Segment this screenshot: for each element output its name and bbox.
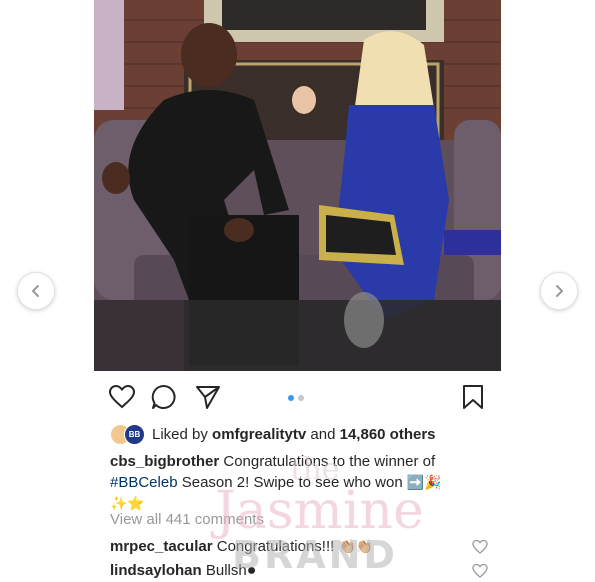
comment-text: Bullsh [205, 562, 247, 579]
caption-username[interactable]: cbs_bigbrother [110, 453, 219, 470]
and-label: and [310, 425, 336, 443]
likes-summary: BB Liked by omfgrealitytv and 14,860 oth… [110, 423, 436, 445]
share-icon [196, 386, 220, 409]
save-button[interactable] [458, 382, 488, 412]
bookmark-icon [463, 385, 483, 409]
carousel-indicator [288, 395, 304, 401]
comment-text: Congratulations!!! [216, 538, 335, 555]
carousel-dot-active [288, 395, 294, 401]
post-photo[interactable] [94, 0, 501, 371]
post-action-bar [94, 380, 501, 414]
liked-by-label: Liked by [152, 425, 208, 443]
like-button[interactable] [107, 382, 137, 412]
caption-text: Congratulations to the winner of [223, 453, 436, 470]
comment-like-icon[interactable] [472, 563, 488, 579]
caption-emoji: ➡️🎉 [406, 474, 442, 490]
liker-avatars: BB [110, 423, 146, 445]
post-caption: cbs_bigbrother Congratulations to the wi… [110, 452, 470, 514]
carousel-next-button[interactable] [540, 272, 578, 310]
comment-username[interactable]: lindsaylohan [110, 562, 202, 579]
share-button[interactable] [193, 382, 223, 412]
caption-emoji-2: ✨⭐ [110, 495, 145, 511]
caption-hashtag[interactable]: #BBCeleb [110, 474, 178, 491]
comment-button[interactable] [149, 382, 179, 412]
comment-row: mrpec_tacular Congratulations!!! 👏🏼👏🏼 [110, 538, 373, 555]
heart-icon [109, 385, 135, 409]
comment-icon [151, 384, 176, 409]
comment-like-icon[interactable] [472, 539, 488, 555]
avatar: BB [124, 424, 145, 445]
view-all-comments-link[interactable]: View all 441 comments [110, 511, 264, 528]
comment-censor-blot: ● [246, 562, 257, 579]
avatar-text: BB [128, 430, 141, 439]
comment-username[interactable]: mrpec_tacular [110, 538, 213, 555]
liker-username[interactable]: omfgrealitytv [212, 426, 306, 443]
carousel-dot [298, 395, 304, 401]
comment-row: lindsaylohan Bullsh● [110, 562, 256, 580]
comment-emoji: 👏🏼👏🏼 [338, 538, 374, 554]
others-count[interactable]: 14,860 others [340, 426, 436, 443]
chevron-right-icon [556, 285, 563, 297]
caption-text-2: Season 2! Swipe to see who won [181, 474, 403, 491]
chevron-left-icon [32, 285, 39, 297]
carousel-prev-button[interactable] [17, 272, 55, 310]
photo-illustration [94, 0, 501, 371]
